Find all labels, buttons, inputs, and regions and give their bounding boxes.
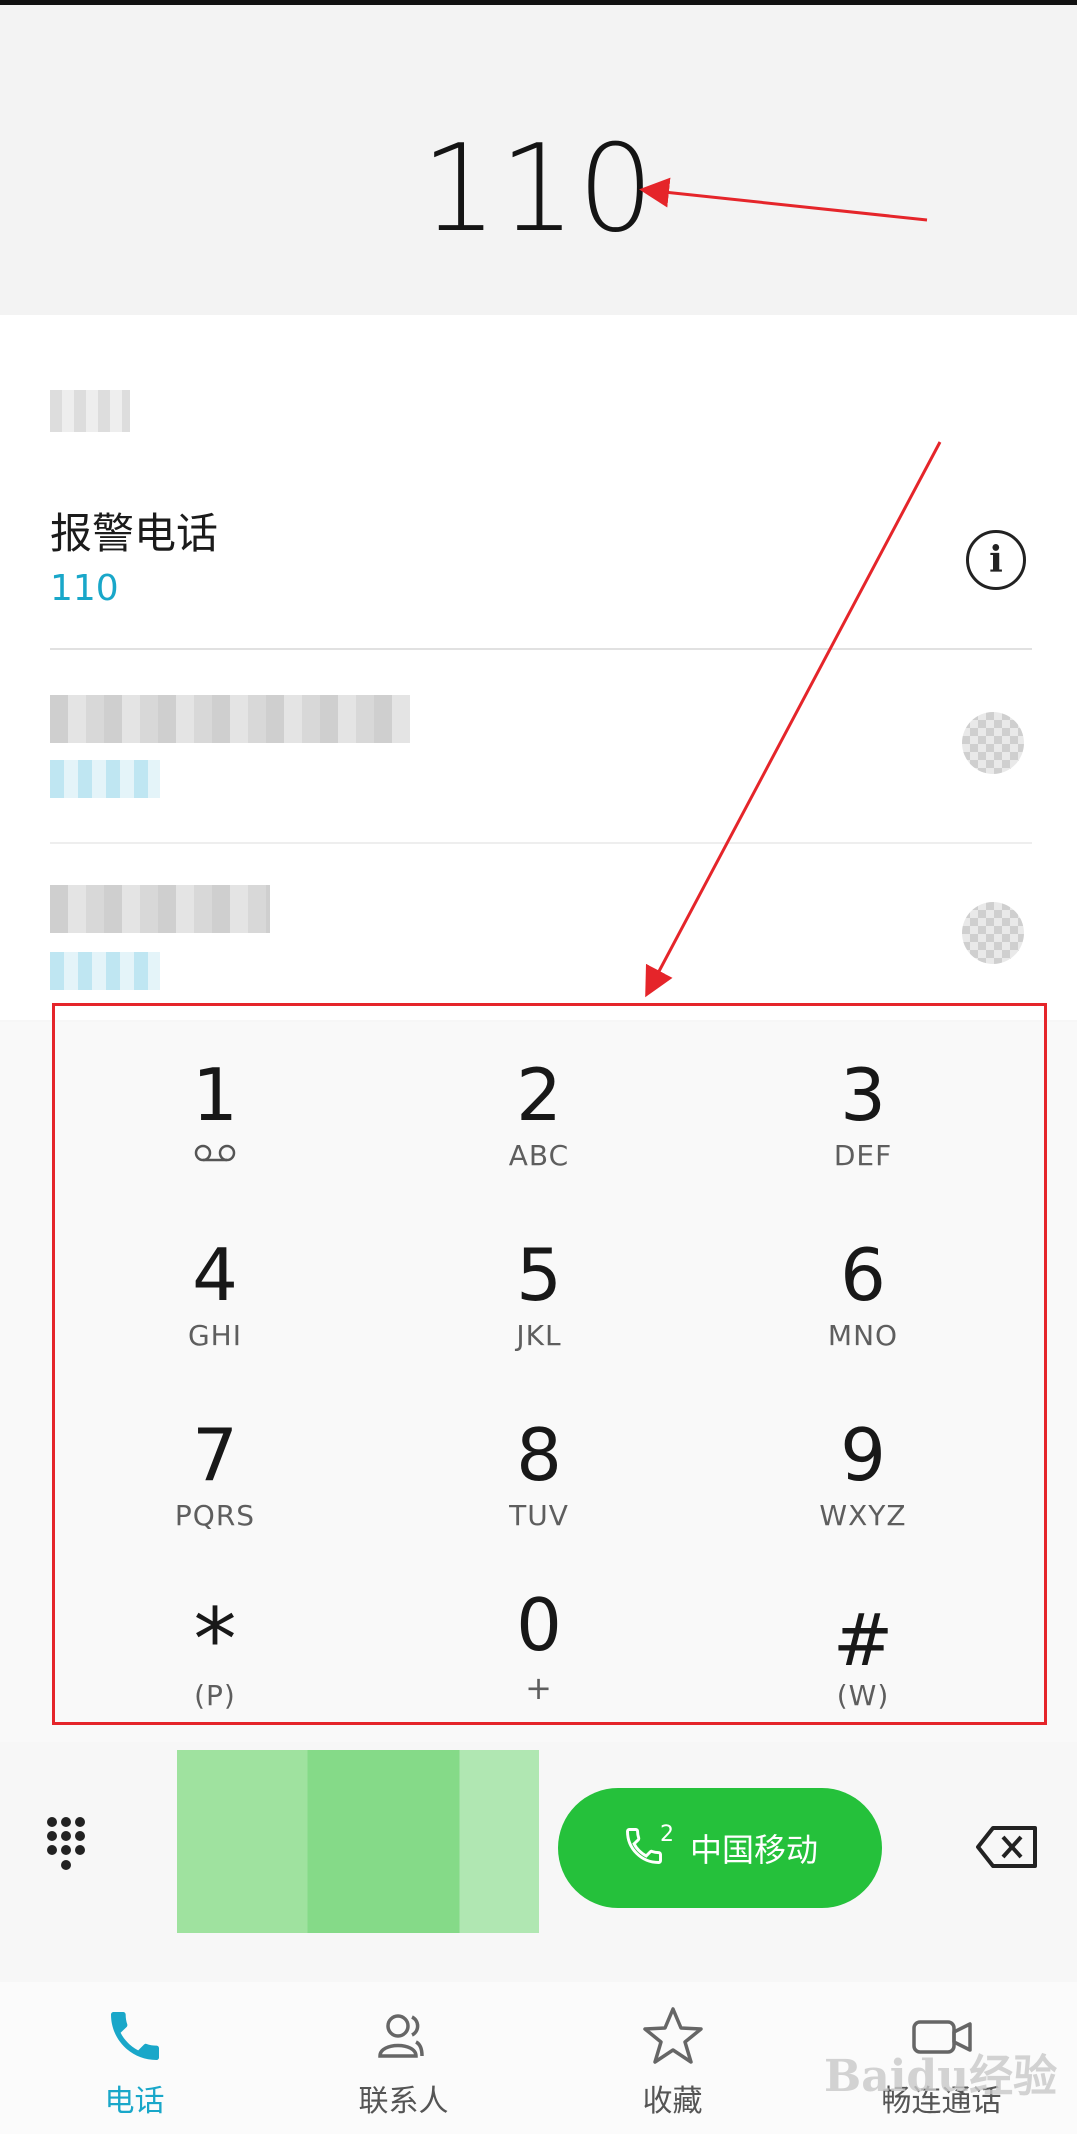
dialpad-toggle-icon[interactable] <box>45 1815 95 1875</box>
annotation-box <box>52 1003 1047 1725</box>
tab-phone[interactable]: 电话 <box>0 1982 269 2134</box>
contacts-icon <box>372 2004 436 2068</box>
arrow-to-number <box>639 177 928 222</box>
redacted-sim-button[interactable] <box>177 1750 539 1933</box>
sim-index: 2 <box>659 1821 674 1847</box>
tab-label: 电话 <box>104 2084 165 2119</box>
arrow-to-keypad <box>645 441 942 998</box>
tab-contacts[interactable]: 联系人 <box>269 1982 538 2134</box>
watermark: Baidu经验 <box>824 2051 1058 2102</box>
tab-label: 联系人 <box>358 2084 449 2119</box>
star-icon <box>641 2004 705 2068</box>
annotation-arrows <box>639 177 942 998</box>
backspace-icon[interactable] <box>975 1825 1039 1869</box>
tab-favorites[interactable]: 收藏 <box>538 1982 807 2134</box>
call-button-label: 中国移动 <box>689 1831 818 1869</box>
tab-label: 收藏 <box>642 2084 703 2119</box>
phone-icon <box>103 2004 167 2068</box>
call-button[interactable]: 2 中国移动 <box>558 1788 882 1908</box>
